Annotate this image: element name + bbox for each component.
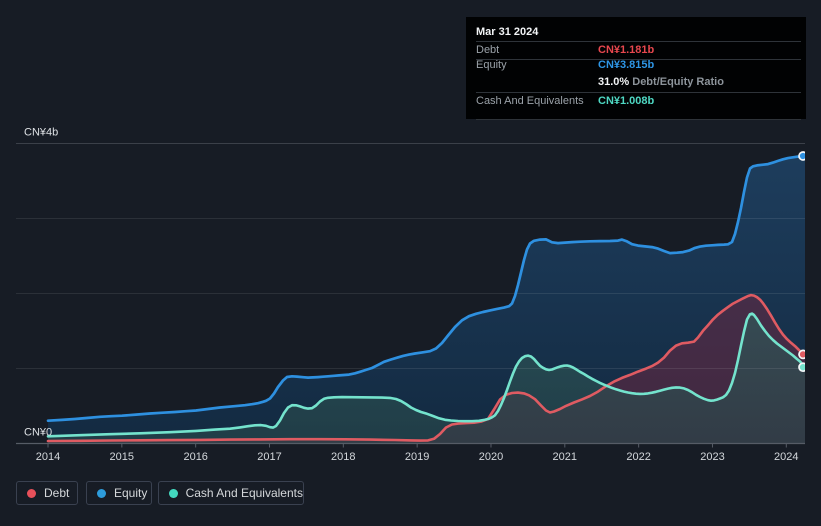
svg-text:2024: 2024 [774, 451, 798, 463]
svg-text:2017: 2017 [257, 451, 281, 463]
svg-text:2020: 2020 [479, 451, 503, 463]
svg-text:CN¥0: CN¥0 [24, 427, 52, 439]
svg-text:CN¥4b: CN¥4b [24, 127, 58, 139]
svg-text:2019: 2019 [405, 451, 429, 463]
svg-text:2015: 2015 [110, 451, 134, 463]
svg-text:2014: 2014 [36, 451, 60, 463]
svg-text:2023: 2023 [700, 451, 724, 463]
svg-text:2016: 2016 [183, 451, 207, 463]
svg-text:2021: 2021 [553, 451, 577, 463]
svg-text:2018: 2018 [331, 451, 355, 463]
svg-text:2022: 2022 [626, 451, 650, 463]
